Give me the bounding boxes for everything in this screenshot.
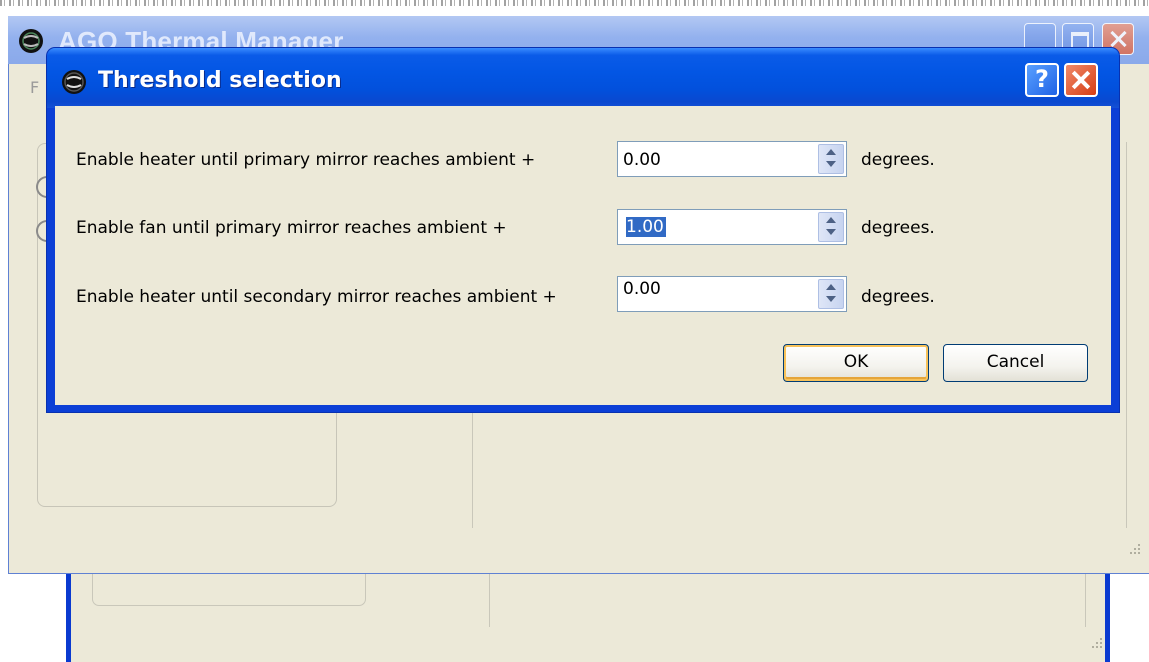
background-divider [489, 565, 490, 627]
resize-grip-icon[interactable] [1128, 542, 1144, 558]
fan-primary-spinbox[interactable]: 1.00 [617, 209, 847, 245]
help-button[interactable]: ? [1025, 63, 1059, 97]
spinbox-value-selected[interactable]: 1.00 [626, 217, 666, 237]
arrow-down-icon[interactable] [819, 159, 843, 173]
unit-label: degrees. [861, 218, 935, 238]
arrow-down-icon[interactable] [819, 294, 843, 308]
ok-button[interactable]: OK [783, 344, 929, 382]
spinbox-value[interactable]: 0.00 [623, 150, 661, 170]
spinbox-value[interactable]: 0.00 [623, 279, 661, 299]
arrow-up-icon[interactable] [819, 145, 843, 159]
close-button[interactable] [1064, 63, 1098, 97]
menu-item-file[interactable]: F [30, 78, 39, 97]
background-window-edge [0, 0, 1149, 6]
main-divider [1126, 142, 1127, 528]
heater-secondary-spinbox[interactable]: 0.00 [617, 276, 847, 312]
fan-primary-label: Enable fan until primary mirror reaches … [76, 218, 507, 238]
dialog-title: Threshold selection [98, 68, 342, 93]
help-icon: ? [1035, 65, 1049, 93]
spin-buttons [818, 279, 844, 309]
background-divider [1085, 565, 1086, 627]
resize-grip-icon[interactable] [1090, 636, 1104, 650]
heater-primary-label: Enable heater until primary mirror reach… [76, 150, 536, 170]
heater-primary-spinbox[interactable]: 0.00 [617, 141, 847, 177]
spin-buttons [818, 212, 844, 242]
arrow-up-icon[interactable] [819, 213, 843, 227]
unit-label: degrees. [861, 150, 935, 170]
heater-secondary-label: Enable heater until secondary mirror rea… [76, 287, 557, 307]
arrow-down-icon[interactable] [819, 227, 843, 241]
unit-label: degrees. [861, 287, 935, 307]
app-logo-icon [61, 69, 87, 95]
arrow-up-icon[interactable] [819, 280, 843, 294]
spin-buttons [818, 144, 844, 174]
app-logo-icon [18, 28, 44, 54]
cancel-button[interactable]: Cancel [943, 344, 1088, 382]
